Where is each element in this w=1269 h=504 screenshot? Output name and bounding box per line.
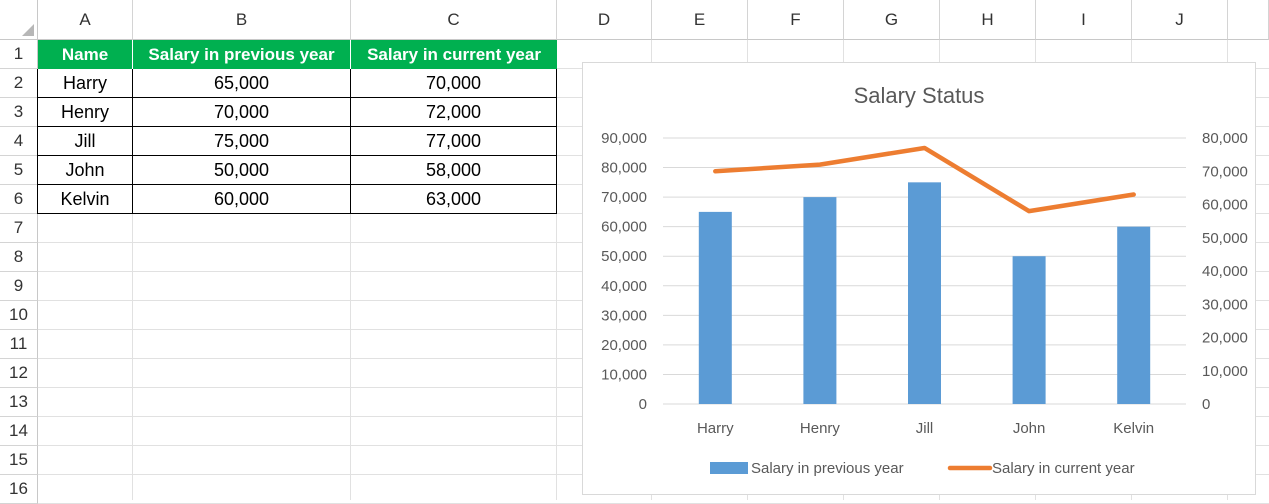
column-header-j[interactable]: J [1132,0,1228,40]
primary-axis-tick-label: 80,000 [601,160,647,177]
legend-label-previous-year: Salary in previous year [751,460,904,477]
table-cell[interactable]: Jill [37,127,133,156]
column-header-h[interactable]: H [940,0,1036,40]
secondary-axis-tick-label: 50,000 [1202,230,1248,247]
table-cell[interactable]: Henry [37,98,133,127]
column-header-a[interactable]: A [38,0,133,40]
select-all-corner[interactable] [0,0,38,40]
primary-axis-tick-label: 10,000 [601,366,647,383]
table-cell[interactable]: John [37,156,133,185]
column-header-e[interactable]: E [652,0,748,40]
column-header-f[interactable]: F [748,0,844,40]
primary-axis-tick-label: 90,000 [601,130,647,147]
category-label: Henry [800,420,841,437]
secondary-axis-tick-label: 60,000 [1202,197,1248,214]
secondary-axis-tick-label: 0 [1202,396,1210,413]
table-cell[interactable]: 77,000 [351,127,557,156]
table-cell[interactable]: 58,000 [351,156,557,185]
table-cell[interactable]: 72,000 [351,98,557,127]
legend-label-current-year: Salary in current year [992,460,1135,477]
row-header-5[interactable]: 5 [0,156,38,185]
primary-axis-tick-label: 0 [639,396,647,413]
bar-jill[interactable] [908,182,941,404]
column-header-d[interactable]: D [557,0,652,40]
table-cell[interactable]: 75,000 [133,127,351,156]
row-header-11[interactable]: 11 [0,330,38,359]
table-cell[interactable]: 70,000 [351,69,557,98]
table-cell[interactable]: Harry [37,69,133,98]
row-header-3[interactable]: 3 [0,98,38,127]
primary-axis-tick-label: 60,000 [601,219,647,236]
row-header-13[interactable]: 13 [0,388,38,417]
row-header-15[interactable]: 15 [0,446,38,475]
column-header-b[interactable]: B [133,0,351,40]
secondary-axis-tick-label: 10,000 [1202,363,1248,380]
row-header-2[interactable]: 2 [0,69,38,98]
primary-axis-tick-label: 70,000 [601,189,647,206]
select-all-triangle-icon [22,24,34,36]
column-header-i[interactable]: I [1036,0,1132,40]
bar-henry[interactable] [803,197,836,404]
row-header-7[interactable]: 7 [0,214,38,243]
primary-axis-tick-label: 20,000 [601,337,647,354]
primary-axis-tick-label: 40,000 [601,278,647,295]
bar-john[interactable] [1013,256,1046,404]
secondary-axis-tick-label: 20,000 [1202,330,1248,347]
secondary-axis-tick-label: 70,000 [1202,163,1248,180]
chart-svg: 0 10,000 20,000 30,000 40,000 50,000 60,000 70,… [583,63,1257,496]
table-header-cell[interactable]: Salary in previous year [133,40,351,69]
chart-salary-status[interactable]: Salary Status 010,00020,00030,00040,0005… [582,62,1256,495]
table-cell[interactable]: 65,000 [133,69,351,98]
row-header-6[interactable]: 6 [0,185,38,214]
bar-harry[interactable] [699,212,732,404]
legend-swatch-previous-year [710,462,748,474]
row-header-14[interactable]: 14 [0,417,38,446]
category-label: Harry [697,420,734,437]
secondary-axis-tick-label: 80,000 [1202,130,1248,147]
row-header-12[interactable]: 12 [0,359,38,388]
row-header-10[interactable]: 10 [0,301,38,330]
column-header-g[interactable]: G [844,0,940,40]
row-header-4[interactable]: 4 [0,127,38,156]
spreadsheet: ABCDEFGHIJ 12345678910111213141516 NameS… [0,0,1269,500]
primary-axis-tick-label: 30,000 [601,307,647,324]
category-label: Kelvin [1113,420,1154,437]
column-header-c[interactable]: C [351,0,557,40]
table-header-cell[interactable]: Name [38,40,133,69]
secondary-axis-tick-label: 30,000 [1202,296,1248,313]
table-cell[interactable]: 50,000 [133,156,351,185]
table-cell[interactable]: 63,000 [351,185,557,214]
category-label: Jill [916,420,934,437]
row-header-8[interactable]: 8 [0,243,38,272]
category-label: John [1013,420,1046,437]
row-header-9[interactable]: 9 [0,272,38,301]
primary-axis-tick-label: 50,000 [601,248,647,265]
table-cell[interactable]: 70,000 [133,98,351,127]
bar-kelvin[interactable] [1117,227,1150,404]
secondary-axis-tick-label: 40,000 [1202,263,1248,280]
table-header-cell[interactable]: Salary in current year [351,40,557,69]
column-header-partial[interactable] [1228,0,1269,40]
table-cell[interactable]: 60,000 [133,185,351,214]
row-header-1[interactable]: 1 [0,40,38,69]
table-cell[interactable]: Kelvin [37,185,133,214]
